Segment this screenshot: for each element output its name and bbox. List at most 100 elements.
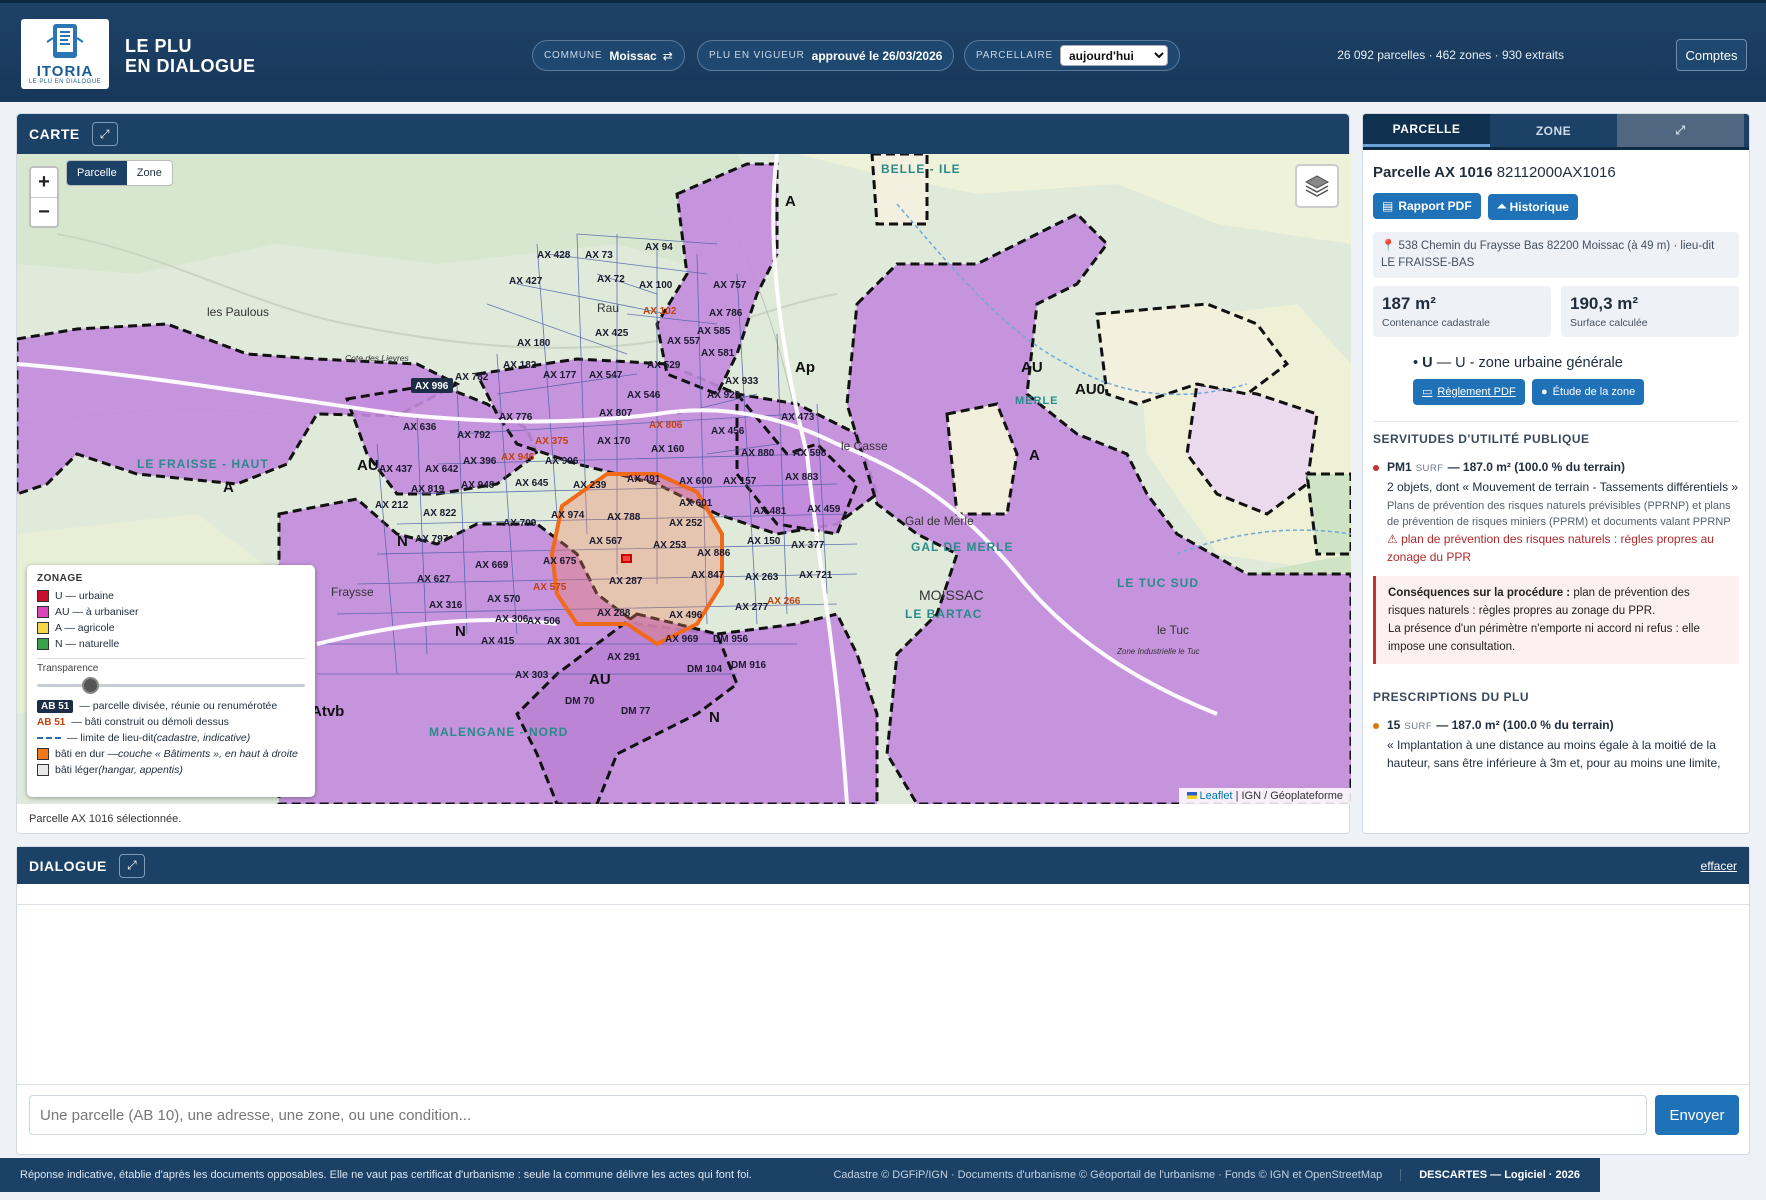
parcel-label[interactable]: AX 437: [379, 464, 413, 475]
parcel-label[interactable]: AX 277: [735, 602, 769, 613]
zoom-in-button[interactable]: +: [31, 168, 57, 197]
parcel-label-built[interactable]: AX 946: [501, 452, 535, 463]
parcel-label[interactable]: AX 377: [791, 540, 825, 551]
leaflet-link[interactable]: Leaflet: [1200, 790, 1233, 802]
parcel-label[interactable]: AX 473: [781, 412, 815, 423]
selected-parcel-tag[interactable]: AX 996: [415, 381, 449, 392]
etude-zone-button[interactable]: ● Étude de la zone: [1532, 379, 1645, 405]
parcel-label[interactable]: AX 581: [701, 348, 735, 359]
parcel-label[interactable]: AX 929: [707, 390, 741, 401]
parcel-label[interactable]: AX 425: [595, 328, 629, 339]
parcel-label[interactable]: AX 239: [573, 480, 607, 491]
parcel-label[interactable]: AX 253: [653, 540, 687, 551]
parcel-label[interactable]: DM 70: [565, 696, 595, 707]
parcel-label[interactable]: AX 150: [747, 536, 781, 547]
parcel-label[interactable]: AX 529: [647, 360, 681, 371]
parcel-label[interactable]: AX 212: [375, 500, 409, 511]
commune-selector[interactable]: COMMUNE Moissac ⇄: [532, 40, 685, 71]
send-button[interactable]: Envoyer: [1655, 1095, 1739, 1135]
parcel-label[interactable]: AX 303: [515, 670, 549, 681]
mode-zone-button[interactable]: Zone: [127, 161, 172, 185]
reglement-pdf-button[interactable]: ▭ Règlement PDF: [1413, 378, 1525, 405]
parcel-label[interactable]: AX 180: [517, 338, 551, 349]
parcel-label[interactable]: AX 788: [607, 512, 641, 523]
parcel-label[interactable]: AX 72: [597, 274, 625, 285]
parcel-label[interactable]: DM 956: [713, 634, 748, 645]
question-input[interactable]: [29, 1095, 1647, 1135]
parcel-label[interactable]: AX 491: [627, 474, 661, 485]
parcel-label[interactable]: AX 459: [807, 504, 841, 515]
parcel-label[interactable]: AX 786: [709, 308, 743, 319]
parcel-label[interactable]: AX 757: [713, 280, 747, 291]
parcel-label[interactable]: AX 496: [669, 610, 703, 621]
parcel-label[interactable]: AX 94: [645, 242, 673, 253]
parcel-label[interactable]: AX 252: [669, 518, 703, 529]
parcel-label[interactable]: AX 669: [475, 560, 509, 571]
expand-dialog-icon[interactable]: ⤢: [118, 853, 145, 878]
transparence-slider[interactable]: [37, 676, 305, 694]
parcel-label[interactable]: AX 415: [481, 636, 515, 647]
parcel-label-built[interactable]: AX 806: [649, 420, 683, 431]
parcel-label[interactable]: AX 100: [639, 280, 673, 291]
parcel-label-built[interactable]: AX 266: [767, 596, 801, 607]
parcel-label[interactable]: AX 709: [503, 518, 537, 529]
parcel-label[interactable]: AX 886: [697, 548, 731, 559]
parcel-label[interactable]: AX 456: [711, 426, 745, 437]
parcel-label[interactable]: AX 600: [679, 476, 713, 487]
parcel-label[interactable]: DM 916: [731, 660, 766, 671]
parcel-label[interactable]: AX 306: [495, 614, 529, 625]
parcel-label[interactable]: AX 642: [425, 464, 459, 475]
parcel-label[interactable]: AX 177: [543, 370, 577, 381]
parcel-label[interactable]: AX 627: [417, 574, 451, 585]
parcel-label[interactable]: AX 427: [509, 276, 543, 287]
parcel-label[interactable]: AX 182: [503, 360, 537, 371]
parcel-label[interactable]: AX 819: [411, 484, 445, 495]
parcel-label[interactable]: AX 557: [667, 336, 701, 347]
clear-link[interactable]: effacer: [1701, 859, 1737, 873]
parcel-label[interactable]: AX 776: [499, 412, 533, 423]
parcel-label[interactable]: AX 797: [415, 534, 449, 545]
parcel-label[interactable]: AX 847: [691, 570, 725, 581]
parcel-label[interactable]: AX 969: [665, 634, 699, 645]
parcel-label[interactable]: AX 792: [457, 430, 491, 441]
historique-button[interactable]: ⏶ Historique: [1488, 193, 1578, 220]
parcellaire-select[interactable]: aujourd'hui: [1059, 45, 1168, 66]
parcel-label[interactable]: AX 157: [723, 476, 757, 487]
parcel-label[interactable]: AX 645: [515, 478, 549, 489]
parcel-label[interactable]: AX 933: [725, 376, 759, 387]
parcel-label[interactable]: AX 721: [799, 570, 833, 581]
parcel-label[interactable]: AX 601: [679, 498, 713, 509]
parcel-label[interactable]: AX 316: [429, 600, 463, 611]
parcel-label[interactable]: AX 585: [697, 326, 731, 337]
logo[interactable]: ITORIA LE PLU EN DIALOGUE: [21, 19, 109, 89]
tab-zone[interactable]: ZONE: [1490, 114, 1617, 147]
parcel-label[interactable]: AX 301: [547, 636, 581, 647]
layers-button[interactable]: [1295, 164, 1339, 208]
parcel-label[interactable]: AX 263: [745, 572, 779, 583]
slider-knob[interactable]: [81, 677, 99, 694]
mode-parcelle-button[interactable]: Parcelle: [67, 161, 127, 185]
zoom-out-button[interactable]: −: [31, 197, 57, 226]
parcel-label-built[interactable]: AX 102: [643, 306, 677, 317]
parcel-label[interactable]: AX 481: [753, 506, 787, 517]
parcel-label[interactable]: DM 77: [621, 706, 651, 717]
parcel-label[interactable]: AX 807: [599, 408, 633, 419]
parcel-label[interactable]: AX 906: [545, 456, 579, 467]
parcel-label[interactable]: AX 287: [609, 576, 643, 587]
parcel-label[interactable]: AX 506: [527, 616, 561, 627]
parcel-label[interactable]: AX 73: [585, 250, 613, 261]
parcel-label[interactable]: AX 546: [627, 390, 661, 401]
rapport-pdf-button[interactable]: ▤ Rapport PDF: [1373, 193, 1481, 219]
parcel-label[interactable]: AX 428: [537, 250, 571, 261]
parcel-label[interactable]: AX 598: [793, 448, 827, 459]
parcel-label[interactable]: AX 291: [607, 652, 641, 663]
parcel-label[interactable]: AX 160: [651, 444, 685, 455]
parcel-label-built[interactable]: AX 375: [535, 436, 569, 447]
map-canvas[interactable]: A A A AU AU AU AU0 Ap N N N Atvb les Pau…: [17, 154, 1351, 804]
parcel-label[interactable]: AX 974: [551, 510, 585, 521]
parcel-label[interactable]: AX 636: [403, 422, 437, 433]
parcel-label[interactable]: AX 822: [423, 508, 457, 519]
accounts-button[interactable]: Comptes: [1676, 39, 1747, 71]
parcel-label[interactable]: AX 883: [785, 472, 819, 483]
expand-map-icon[interactable]: ⤢: [91, 122, 118, 146]
